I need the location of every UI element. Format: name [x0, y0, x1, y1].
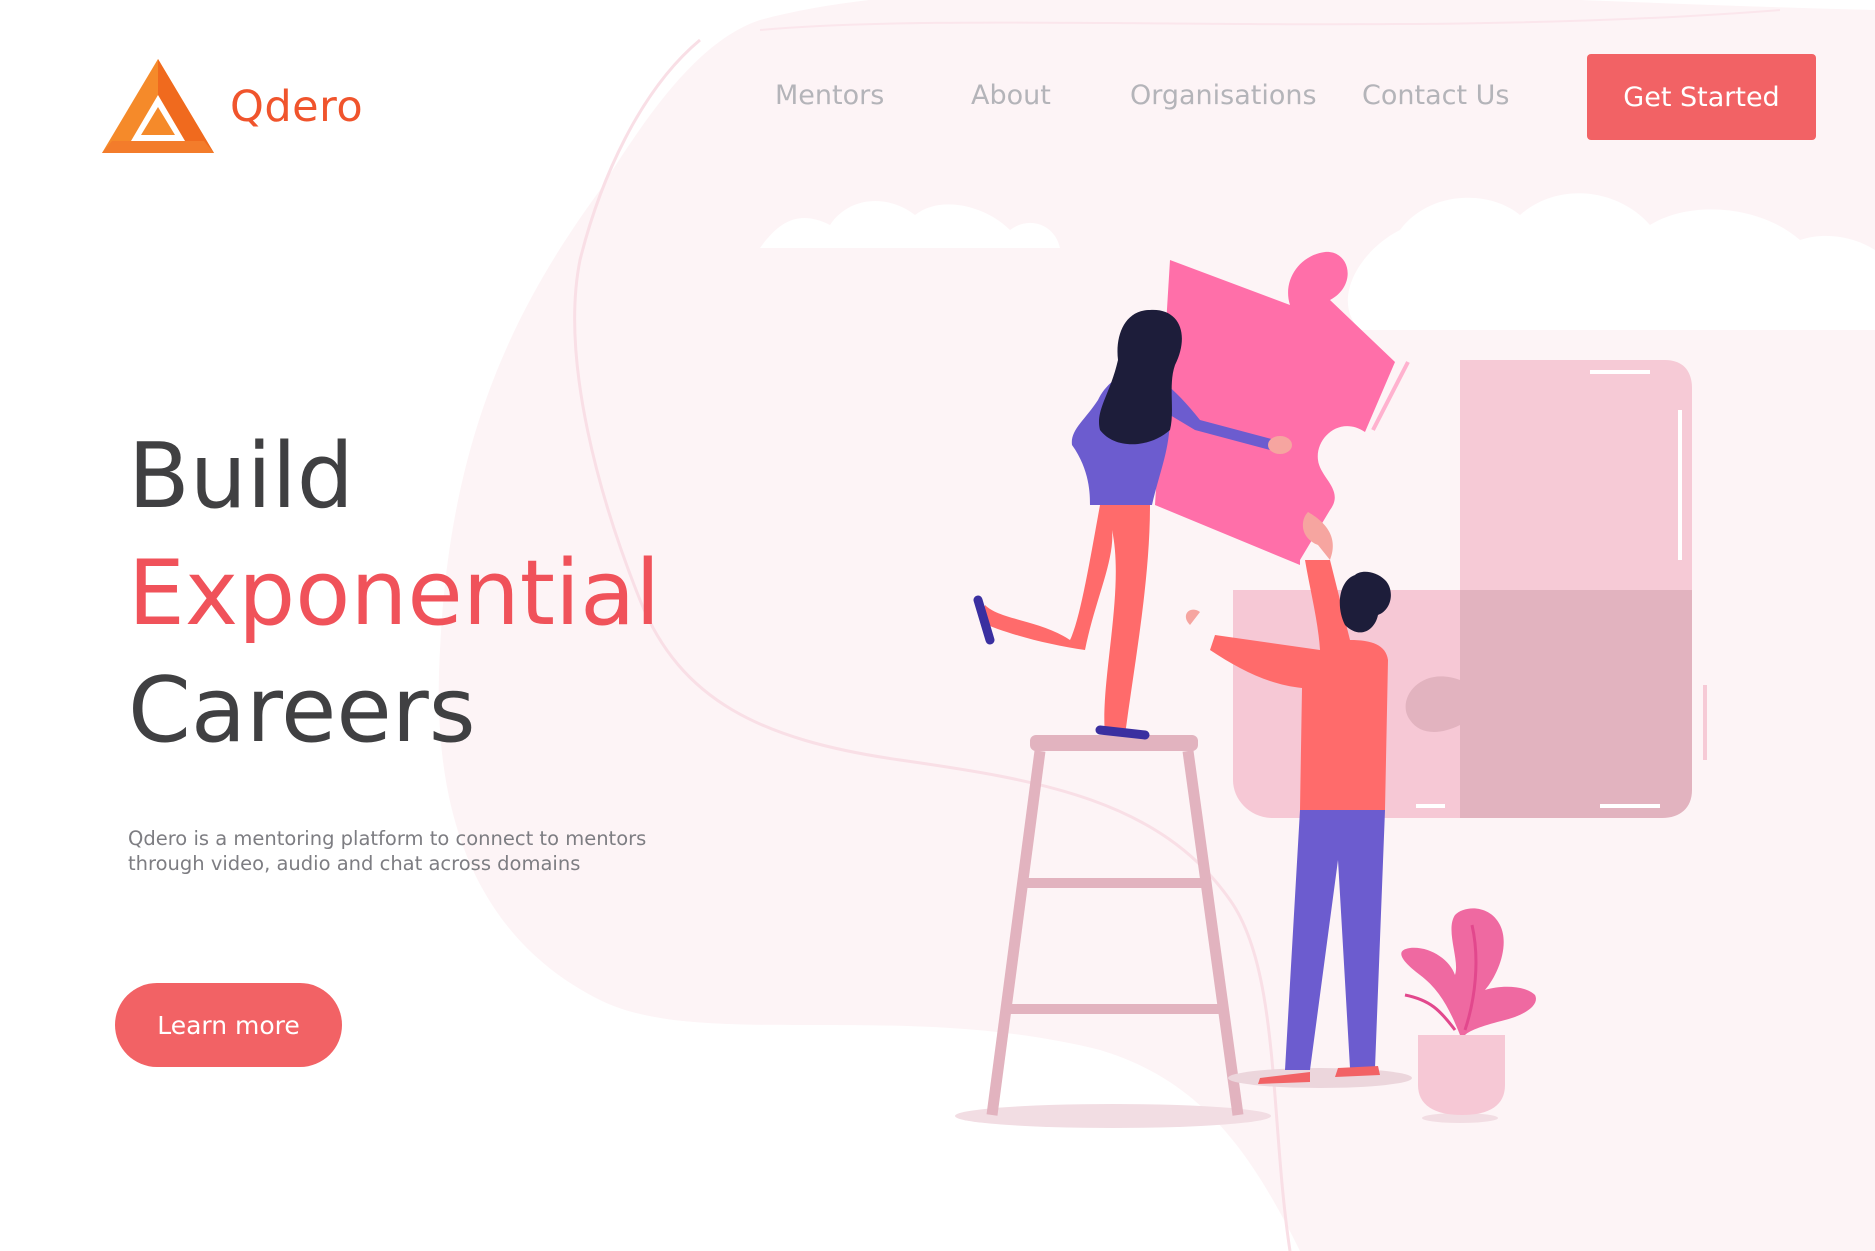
- ladder: [955, 735, 1271, 1128]
- potted-plant: [1401, 908, 1536, 1123]
- hero-illustration: [760, 193, 1875, 1128]
